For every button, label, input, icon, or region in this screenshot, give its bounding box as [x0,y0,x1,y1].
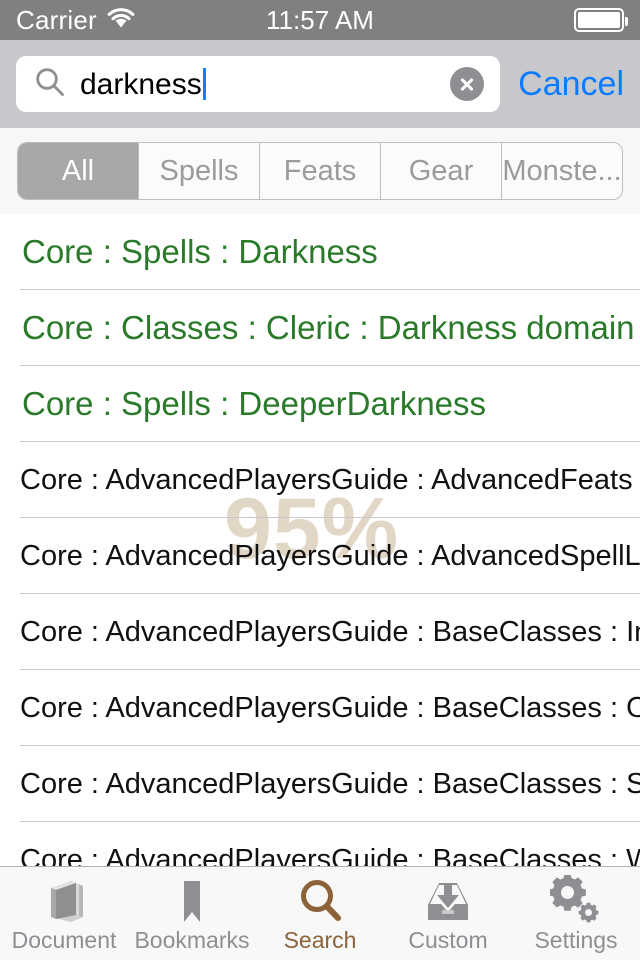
result-label: Core : AdvancedPlayersGuide : AdvancedSp… [20,539,640,572]
segment-feats[interactable]: Feats [259,143,380,199]
app-screen: Carrier 11:57 AM darkness Cancel All Spe… [0,0,640,960]
status-bar: Carrier 11:57 AM [0,0,640,40]
result-label: Core : Spells : DeeperDarkness [22,385,487,422]
result-label: Core : AdvancedPlayersGuide : BaseClasse… [20,767,640,800]
search-results-list[interactable]: 95% Core : Spells : Darkness Core : Clas… [0,214,640,866]
result-label: Core : AdvancedPlayersGuide : BaseClasse… [20,615,640,648]
table-row[interactable]: Core : Spells : Darkness [0,214,640,290]
bookmark-icon [166,875,218,927]
table-row[interactable]: Core : Classes : Cleric : Darkness domai… [0,290,640,366]
tab-bookmarks[interactable]: Bookmarks [128,867,256,960]
table-row[interactable]: Core : AdvancedPlayersGuide : BaseClasse… [0,746,640,822]
status-bar-left: Carrier [16,7,136,34]
result-label: Core : Spells : Darkness [22,233,378,270]
table-row[interactable]: Core : Spells : DeeperDarkness [0,366,640,442]
download-tray-icon [422,875,474,927]
table-row[interactable]: Core : AdvancedPlayersGuide : BaseClasse… [0,594,640,670]
segment-spells[interactable]: Spells [138,143,259,199]
cancel-button[interactable]: Cancel [518,67,624,101]
clear-icon[interactable] [450,67,485,101]
scope-bar: All Spells Feats Gear Monste... [0,128,640,214]
result-label: Core : Classes : Cleric : Darkness domai… [22,309,635,346]
tab-settings[interactable]: Settings [512,867,640,960]
search-icon [34,66,66,103]
gears-icon [550,875,602,927]
segment-gear[interactable]: Gear [380,143,501,199]
table-row[interactable]: Core : AdvancedPlayersGuide : BaseClasse… [0,822,640,867]
tab-custom[interactable]: Custom [384,867,512,960]
tab-document[interactable]: Document [0,867,128,960]
segment-monsters[interactable]: Monste... [501,143,622,199]
tab-label: Custom [408,927,488,953]
search-bar: darkness Cancel [0,40,640,128]
table-row[interactable]: Core : AdvancedPlayersGuide : AdvancedSp… [0,518,640,594]
segment-all[interactable]: All [18,143,138,199]
result-label: Core : AdvancedPlayersGuide : BaseClasse… [20,691,640,724]
tab-label: Bookmarks [134,927,250,953]
book-icon [38,875,90,927]
result-label: Core : AdvancedPlayersGuide : BaseClasse… [20,843,640,867]
search-input[interactable]: darkness [16,56,501,112]
search-text: darkness [80,68,202,100]
wifi-icon [106,7,136,34]
tab-label: Settings [534,927,618,953]
tab-bar: Document Bookmarks Search Custom Setting… [0,866,640,960]
table-row[interactable]: Core : AdvancedPlayersGuide : AdvancedFe… [0,442,640,518]
text-caret [202,68,206,100]
table-row[interactable]: Core : AdvancedPlayersGuide : BaseClasse… [0,670,640,746]
tab-search[interactable]: Search [256,867,384,960]
status-bar-right [574,8,628,32]
battery-full-icon [574,8,628,32]
search-input-value: darkness [80,68,450,100]
carrier-label: Carrier [16,5,97,35]
magnifier-icon [294,875,346,927]
tab-label: Search [283,927,357,953]
tab-label: Document [11,927,117,953]
result-label: Core : AdvancedPlayersGuide : AdvancedFe… [20,463,633,496]
segmented-control[interactable]: All Spells Feats Gear Monste... [17,142,623,200]
